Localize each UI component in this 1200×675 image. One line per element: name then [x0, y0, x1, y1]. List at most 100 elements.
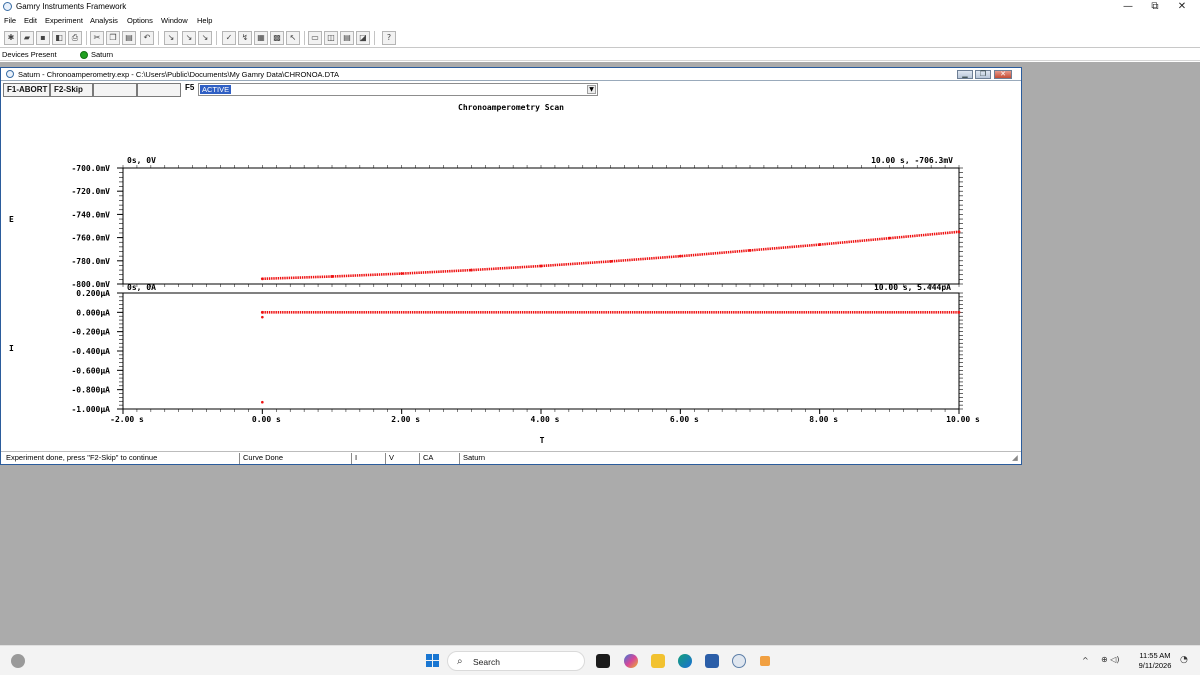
device-name[interactable]: Saturn	[91, 50, 113, 59]
i-start-annotation: 0s, 0A	[127, 283, 156, 292]
layout-c-icon[interactable]: ▤	[340, 31, 354, 45]
experiment-window: Saturn - Chronoamperometry.exp - C:\User…	[0, 67, 1022, 465]
taskbar-search[interactable]: ⌕ Search	[447, 651, 585, 671]
i-series	[260, 310, 961, 404]
new-icon[interactable]: ✱	[4, 31, 18, 45]
y-tick-label: -700.0mV	[71, 164, 110, 173]
menu-window[interactable]: Window	[161, 16, 188, 25]
store-icon[interactable]	[705, 654, 719, 668]
status-message: Experiment done, press "F2-Skip" to cont…	[6, 453, 158, 462]
status-current: I	[351, 453, 385, 464]
status-voltage: V	[385, 453, 419, 464]
mdi-workspace: Saturn - Chronoamperometry.exp - C:\User…	[0, 62, 1200, 645]
print-icon[interactable]: ⎙	[68, 31, 82, 45]
device-status-icon	[80, 51, 88, 59]
toolbar-separator	[216, 31, 217, 45]
data-point	[469, 268, 473, 272]
x-tick-label: 4.00 s	[531, 415, 560, 424]
menu-experiment[interactable]: Experiment	[45, 16, 83, 25]
experiment-status-bar: Experiment done, press "F2-Skip" to cont…	[1, 451, 1021, 464]
f2-skip-button[interactable]: F2-Skip	[50, 83, 93, 97]
edge-icon[interactable]	[678, 654, 692, 668]
y-tick-label: -0.400µA	[71, 347, 110, 356]
tool-b-icon[interactable]: ↘	[182, 31, 196, 45]
experiment-window-icon	[6, 70, 14, 78]
file-explorer-icon[interactable]	[651, 654, 665, 668]
f4-button[interactable]	[137, 83, 181, 97]
search-placeholder: Search	[473, 657, 500, 667]
i-axis-label: I	[9, 344, 14, 353]
menu-edit[interactable]: Edit	[24, 16, 37, 25]
chart-title: Chronoamperometry Scan	[458, 103, 564, 112]
f5-dropdown[interactable]: ACTIVE ▼	[198, 83, 598, 96]
start-button[interactable]	[426, 654, 440, 668]
undo-icon[interactable]: ↶	[140, 31, 154, 45]
widgets-icon[interactable]	[11, 654, 25, 668]
data-point	[818, 243, 822, 246]
x-tick-label: 10.00 s	[946, 415, 980, 424]
i-panel-frame	[122, 292, 960, 410]
copilot-icon[interactable]	[624, 654, 638, 668]
x-tick-label: -2.00 s	[110, 415, 144, 424]
notification-bell-icon[interactable]: ◔	[1180, 655, 1188, 665]
e-y-axis: -700.0mV -720.0mV -740.0mV -760.0mV -780.0mV…	[71, 164, 963, 289]
e-start-annotation: 0s, 0V	[127, 156, 156, 165]
check-icon[interactable]: ✓	[222, 31, 236, 45]
maximize-button[interactable]: ⧉	[1142, 0, 1168, 14]
toolbar-separator	[304, 31, 305, 45]
e-axis-label: E	[9, 215, 14, 224]
y-tick-label: -760.0mV	[71, 234, 110, 243]
grid-icon[interactable]: ▩	[270, 31, 284, 45]
experiment-window-title-bar: Saturn - Chronoamperometry.exp - C:\User…	[1, 68, 1021, 81]
help-icon[interactable]: ?	[382, 31, 396, 45]
paste-icon[interactable]: ▤	[122, 31, 136, 45]
menu-help[interactable]: Help	[197, 16, 212, 25]
layout-a-icon[interactable]: ▭	[308, 31, 322, 45]
cursor-icon[interactable]: ↖	[286, 31, 300, 45]
copy-icon[interactable]: ❐	[106, 31, 120, 45]
y-tick-label: -720.0mV	[71, 187, 110, 196]
data-point	[609, 259, 613, 263]
chevron-up-icon[interactable]: ^	[1082, 656, 1089, 665]
child-restore-button[interactable]: ❐	[975, 70, 991, 79]
cut-icon[interactable]: ✂	[90, 31, 104, 45]
close-button[interactable]: ✕	[1169, 0, 1195, 14]
menu-file[interactable]: File	[4, 16, 16, 25]
data-point	[260, 277, 264, 281]
layout-d-icon[interactable]: ◪	[356, 31, 370, 45]
app-logo-icon	[3, 2, 12, 11]
run-icon[interactable]: ↯	[238, 31, 252, 45]
data-icon[interactable]: ▦	[254, 31, 268, 45]
y-tick-label: 0.000µA	[76, 308, 110, 317]
child-close-button[interactable]: ✕	[994, 70, 1012, 79]
chevron-down-icon[interactable]: ▼	[587, 85, 596, 94]
y-tick-label: -740.0mV	[71, 210, 110, 219]
tool-icon[interactable]	[760, 656, 770, 666]
f3-button[interactable]	[93, 83, 137, 97]
x-axis: -2.00 s 0.00 s 2.00 s 4.00 s 6.00 s 8.00 s 10.…	[110, 165, 980, 424]
f1-abort-button[interactable]: F1-ABORT	[3, 83, 50, 97]
clock-time[interactable]: 11:55 AM	[1135, 651, 1175, 660]
menu-analysis[interactable]: Analysis	[90, 16, 118, 25]
data-point	[261, 400, 264, 404]
terminal-icon[interactable]	[596, 654, 610, 668]
save-icon[interactable]: ▪	[36, 31, 50, 45]
data-point	[330, 275, 334, 278]
tool-c-icon[interactable]: ↘	[198, 31, 212, 45]
tool-a-icon[interactable]: ↘	[164, 31, 178, 45]
layout-b-icon[interactable]: ◫	[324, 31, 338, 45]
close-file-icon[interactable]: ◧	[52, 31, 66, 45]
resize-grip-icon[interactable]: ◢	[1009, 453, 1021, 464]
toolbar-separator	[86, 31, 87, 45]
gamry-icon[interactable]	[732, 654, 746, 668]
network-volume-icon[interactable]: ⊕ ◁)	[1101, 655, 1120, 664]
e-end-annotation: 10.00 s, -706.3mV	[871, 156, 953, 165]
toolbar-separator	[374, 31, 375, 45]
minimize-button[interactable]: —	[1115, 0, 1141, 14]
experiment-window-title: Saturn - Chronoamperometry.exp - C:\User…	[18, 70, 340, 79]
clock-date[interactable]: 9/11/2026	[1135, 661, 1175, 670]
open-icon[interactable]: ▰	[20, 31, 34, 45]
menu-options[interactable]: Options	[127, 16, 153, 25]
child-minimize-button[interactable]: ▁	[957, 70, 973, 79]
toolbar: ✱ ▰ ▪ ◧ ⎙ ✂ ❐ ▤ ↶ ↘ ↘ ↘ ✓ ↯ ▦ ▩ ↖ ▭ ◫ ▤ …	[0, 28, 1200, 48]
